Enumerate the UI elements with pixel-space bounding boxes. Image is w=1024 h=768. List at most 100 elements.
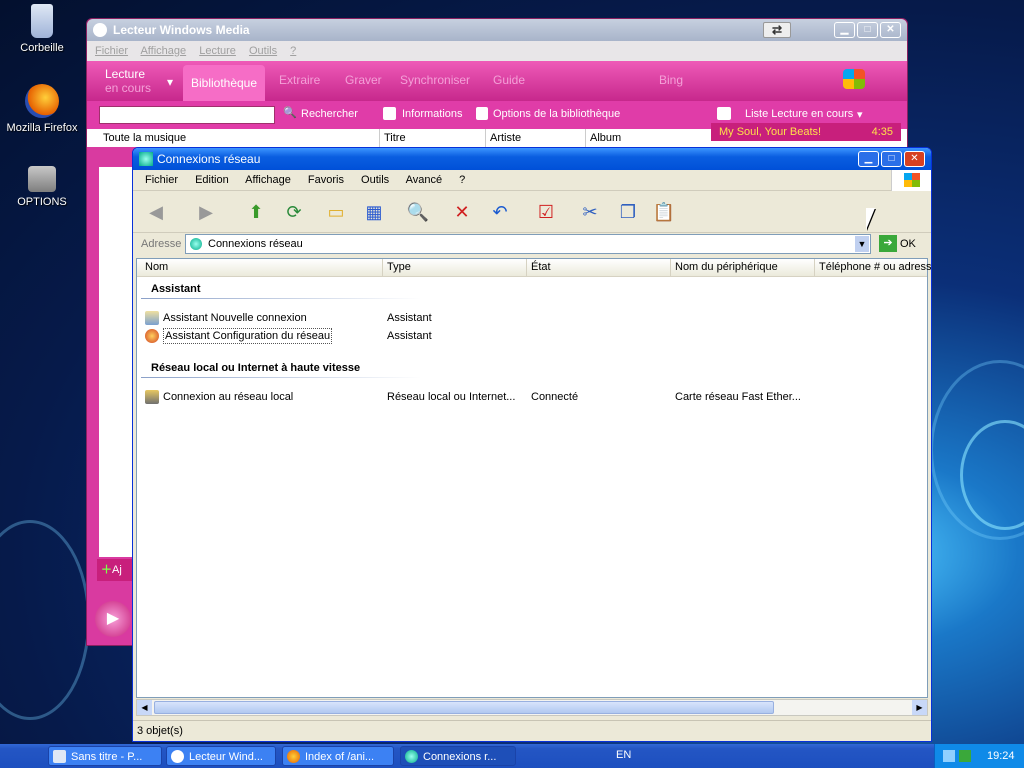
folders-icon[interactable]: ▭ (323, 200, 349, 224)
menu-avance[interactable]: Avancé (406, 174, 443, 186)
play-button[interactable]: ▶ (95, 601, 131, 637)
list-item[interactable]: Connexion au réseau local Réseau local o… (143, 389, 903, 405)
tab-bing[interactable]: Bing (659, 73, 683, 87)
task-label: Connexions r... (423, 751, 497, 763)
tab-label: Lecture (105, 67, 146, 81)
plus-icon: ＋ (101, 564, 112, 576)
tab-graver[interactable]: Graver (345, 73, 382, 87)
close-button[interactable]: ✕ (880, 22, 901, 38)
media-player-titlebar[interactable]: Lecteur Windows Media ⇄ ▁ □ ✕ (87, 19, 907, 41)
paste-icon[interactable]: 📋 (651, 200, 677, 224)
menu-outils[interactable]: Outils (361, 174, 389, 186)
add-button[interactable]: ＋Aj (97, 559, 133, 581)
copy-icon[interactable]: ❐ (615, 200, 641, 224)
library-search-input[interactable] (99, 106, 275, 124)
task-media-player[interactable]: Lecteur Wind... (166, 746, 276, 766)
now-playing-track[interactable]: My Soul, Your Beats! (719, 126, 821, 138)
views-icon[interactable]: ▦ (361, 200, 387, 224)
horizontal-scrollbar[interactable]: ◀ ▶ (136, 699, 928, 716)
column-telephone[interactable]: Téléphone # ou adress (815, 259, 931, 277)
menu-affichage[interactable]: Affichage (140, 45, 186, 57)
go-arrow-icon[interactable]: ➔ (879, 235, 897, 252)
search-icon[interactable]: 🔍 (405, 200, 431, 224)
chevron-down-icon[interactable]: ▼ (855, 236, 869, 252)
tab-extraire[interactable]: Extraire (279, 73, 320, 87)
task-network-connections[interactable]: Connexions r... (400, 746, 516, 766)
wizard-icon (145, 311, 159, 325)
tab-synchroniser[interactable]: Synchroniser (400, 73, 470, 87)
scroll-left-icon[interactable]: ◀ (137, 700, 152, 715)
list-header: Nom Type État Nom du périphérique Téléph… (137, 259, 931, 277)
menu-outils[interactable]: Outils (249, 45, 277, 57)
column-peripherique[interactable]: Nom du périphérique (671, 259, 815, 277)
search-button[interactable]: Rechercher (301, 108, 358, 120)
library-options-button[interactable]: Options de la bibliothèque (493, 108, 620, 120)
task-paint[interactable]: Sans titre - P... (48, 746, 162, 766)
menu-fichier[interactable]: Fichier (145, 174, 178, 186)
folder-icon[interactable]: OPTIONS (2, 166, 82, 208)
tab-bibliotheque[interactable]: Bibliothèque (183, 65, 265, 101)
undo-icon[interactable]: ↶ (487, 200, 513, 224)
up-folder-icon[interactable]: ⬆ (243, 200, 269, 224)
tray-network-icon[interactable] (943, 750, 955, 762)
menu-help[interactable]: ? (290, 45, 296, 57)
recycle-bin-icon (31, 4, 53, 38)
back-icon[interactable]: ◀ (143, 200, 169, 224)
desktop-icon-label: Corbeille (20, 42, 64, 54)
search-icon[interactable]: 🔍 (283, 106, 297, 119)
mouse-cursor-icon (866, 208, 875, 230)
list-item[interactable]: Assistant Configuration du réseau Assist… (143, 328, 903, 344)
maximize-button[interactable]: □ (857, 22, 878, 38)
column-titre[interactable]: Titre (379, 129, 406, 147)
firefox-icon[interactable]: Mozilla Firefox (2, 84, 82, 134)
tab-guide[interactable]: Guide (493, 73, 525, 87)
tab-lecture[interactable]: Lecture en cours (105, 67, 151, 95)
library-tree-header[interactable]: Toute la musique (103, 129, 186, 147)
tab-dropdown-icon[interactable]: ▾ (167, 75, 173, 89)
minimize-button[interactable]: ▁ (834, 22, 855, 38)
list-item[interactable]: Assistant Nouvelle connexion Assistant (143, 310, 903, 326)
menu-lecture[interactable]: Lecture (199, 45, 236, 57)
language-indicator[interactable]: EN (616, 749, 631, 761)
column-artiste[interactable]: Artiste (485, 129, 521, 147)
tray-update-icon[interactable] (959, 750, 971, 762)
scroll-right-icon[interactable]: ▶ (912, 700, 927, 715)
explorer-titlebar[interactable]: Connexions réseau ▁ □ ✕ (133, 148, 931, 170)
task-label: Sans titre - P... (71, 751, 143, 763)
column-type[interactable]: Type (383, 259, 527, 277)
go-button[interactable]: OK (900, 233, 916, 255)
item-state: Connecté (531, 391, 579, 403)
group-divider (141, 377, 421, 378)
forward-icon[interactable]: ▶ (193, 200, 219, 224)
menu-affichage[interactable]: Affichage (245, 174, 291, 186)
column-album[interactable]: Album (585, 129, 621, 147)
options-icon (476, 107, 488, 120)
switch-mode-button[interactable]: ⇄ (763, 22, 791, 38)
maximize-button[interactable]: □ (881, 151, 902, 167)
close-button[interactable]: ✕ (904, 151, 925, 167)
recycle-bin-icon[interactable]: Corbeille (2, 4, 82, 54)
menu-help[interactable]: ? (459, 174, 465, 186)
group-header: Assistant (151, 283, 201, 295)
network-connections-window: Connexions réseau ▁ □ ✕ Fichier Edition … (132, 147, 932, 742)
task-firefox[interactable]: Index of /ani... (282, 746, 394, 766)
address-input[interactable]: Connexions réseau ▼ (185, 234, 871, 254)
minimize-button[interactable]: ▁ (858, 151, 879, 167)
menu-favoris[interactable]: Favoris (308, 174, 344, 186)
column-etat[interactable]: État (527, 259, 671, 277)
item-type: Assistant (387, 330, 432, 342)
chevron-down-icon[interactable]: ▾ (857, 108, 863, 121)
scroll-thumb[interactable] (154, 701, 774, 714)
playlist-button[interactable]: Liste Lecture en cours (745, 108, 853, 120)
network-icon (405, 750, 418, 763)
column-nom[interactable]: Nom (141, 259, 383, 277)
media-player-tabs: Lecture en cours ▾ Bibliothèque Extraire… (87, 61, 907, 101)
menu-edition[interactable]: Edition (195, 174, 229, 186)
properties-icon[interactable]: ☑ (533, 200, 559, 224)
menu-fichier[interactable]: Fichier (95, 45, 128, 57)
task-label: Index of /ani... (305, 751, 375, 763)
cut-icon[interactable]: ✂ (577, 200, 603, 224)
refresh-icon[interactable]: ⟳ (281, 200, 307, 224)
info-button[interactable]: Informations (402, 108, 463, 120)
delete-icon[interactable]: ✕ (449, 200, 475, 224)
